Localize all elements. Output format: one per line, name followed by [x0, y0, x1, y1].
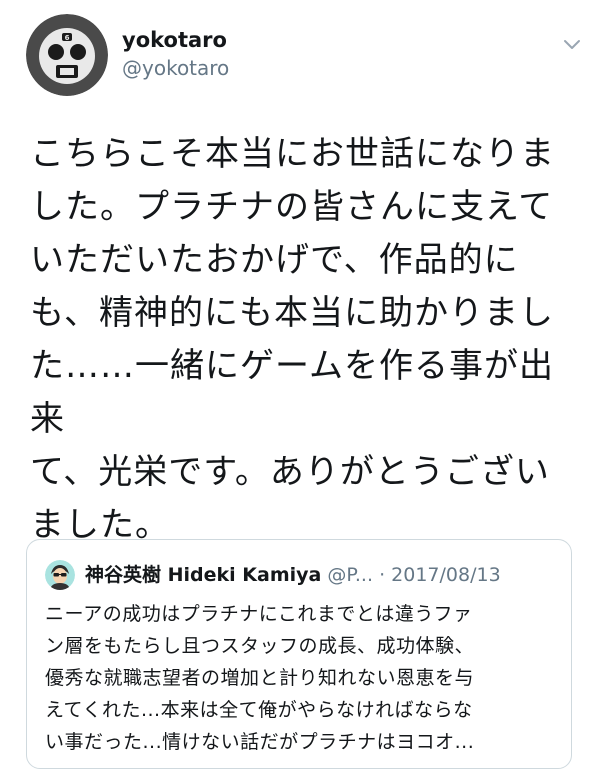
- author-display-name[interactable]: yokotaro: [122, 26, 229, 54]
- tweet-header: 6 yokotaro @yokotaro: [26, 14, 586, 100]
- kamiya-avatar-icon: [45, 560, 75, 590]
- quoted-tweet-header: 神谷英樹 Hideki Kamiya @P... · 2017/08/13: [45, 560, 565, 590]
- author-info: yokotaro @yokotaro: [122, 26, 229, 82]
- quoted-tweet-meta: 神谷英樹 Hideki Kamiya @P... · 2017/08/13: [85, 561, 501, 589]
- quoted-date[interactable]: 2017/08/13: [391, 564, 501, 586]
- emil-mask-avatar-icon[interactable]: 6: [26, 14, 108, 96]
- tweet-text: こちらこそ本当にお世話になりま した。プラチナの皆さんに支えて いただいたおかげ…: [30, 134, 555, 545]
- svg-text:6: 6: [65, 34, 70, 42]
- quoted-tweet-text: ニーアの成功はプラチナにこれまでとは違うファ ン層をもたらし且つスタッフの成長、…: [45, 603, 475, 753]
- chevron-down-icon[interactable]: [560, 32, 584, 56]
- quoted-author-name[interactable]: 神谷英樹 Hideki Kamiya: [85, 564, 321, 586]
- quoted-separator: ·: [379, 564, 386, 586]
- tweet: 6 yokotaro @yokotaro こちらこそ本当にお世話になりま した。…: [0, 0, 600, 778]
- quoted-tweet-card[interactable]: 神谷英樹 Hideki Kamiya @P... · 2017/08/13 ニー…: [26, 539, 572, 769]
- quoted-author-handle[interactable]: @P...: [327, 564, 373, 586]
- author-handle[interactable]: @yokotaro: [122, 54, 229, 82]
